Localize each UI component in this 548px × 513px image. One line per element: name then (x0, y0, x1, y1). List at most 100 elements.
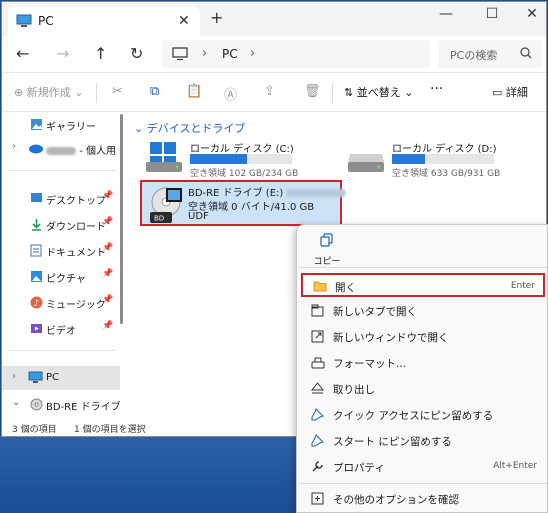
item-count: 3 個の項目 (12, 425, 57, 435)
disc-icon (30, 398, 43, 414)
drive-c[interactable]: ローカル ディスク (C:) 空き領域 102 GB/234 GB (144, 140, 324, 180)
drive-d-usage-fill (392, 154, 425, 164)
cut-icon[interactable]: ✂ (112, 84, 123, 99)
monitor-icon (28, 371, 43, 387)
nav-item-videos[interactable]: ビデオ 📌 (2, 318, 120, 340)
chevron-right-icon: › (250, 46, 256, 61)
nav-item-downloads[interactable]: ダウンロード 📌 (2, 214, 120, 236)
nav-scrollbar[interactable] (120, 114, 123, 324)
tab-pc[interactable]: PC ✕ (8, 6, 200, 36)
new-window-icon (311, 330, 324, 346)
video-icon (30, 322, 43, 338)
drive-d-usage-bar (392, 154, 494, 164)
menu-item-eject[interactable]: 取り出し (301, 377, 545, 401)
selected-count: 1 個の項目を選択 (74, 425, 146, 435)
nav-item-pc[interactable]: › PC (2, 366, 120, 390)
address-bar-row: ← → ↑ ↻ › PC › PCの検索 (2, 36, 546, 72)
drive-c-usage-fill (190, 154, 248, 164)
eject-icon (310, 382, 325, 398)
nav-item-documents[interactable]: ドキュメント 📌 (2, 240, 120, 262)
details-label: 詳細 (505, 86, 528, 99)
search-icon (520, 46, 532, 63)
menu-item-pin-start[interactable]: スタート にピン留めする (301, 429, 545, 453)
copy-button[interactable]: コピー (307, 233, 347, 267)
format-icon (311, 356, 325, 372)
breadcrumb-pc[interactable]: PC (222, 47, 238, 61)
chevron-right-icon: › (12, 141, 16, 152)
pin-icon: 📌 (102, 217, 114, 227)
menu-item-format[interactable]: フォーマット... (301, 351, 545, 375)
details-button[interactable]: ▭ 詳細 (492, 84, 528, 100)
copy-icon[interactable]: ⧉ (150, 84, 159, 99)
pin-icon (311, 408, 324, 424)
nav-item-bd-drive[interactable]: ⌄ BD-RE ドライブ (E (2, 394, 134, 416)
toolbar-divider (96, 83, 97, 103)
pin-icon: 📌 (102, 269, 114, 279)
new-tab-button[interactable]: + (210, 8, 223, 27)
nav-divider (8, 350, 116, 351)
menu-item-open-new-tab[interactable]: 新しいタブで開く (301, 299, 545, 323)
up-arrow-icon[interactable]: ↑ (94, 44, 107, 63)
address-input[interactable]: › PC › (162, 40, 430, 68)
document-icon (30, 244, 42, 260)
menu-divider (299, 267, 547, 268)
chevron-right-icon: › (12, 371, 16, 382)
share-icon[interactable]: ⇪ (264, 84, 275, 99)
drive-e-bd-re[interactable]: BD BD-RE ドライブ (E:) 空き領域 0 バイト/41.0 GB UD… (140, 180, 347, 226)
nav-item-gallery[interactable]: ギャラリー (2, 114, 120, 136)
download-arrow-icon (30, 218, 43, 234)
redacted-name (46, 147, 76, 155)
refresh-icon[interactable]: ↻ (130, 44, 143, 63)
delete-icon[interactable]: 🗑 (304, 84, 321, 99)
monitor-icon (16, 14, 32, 31)
drive-d[interactable]: ローカル ディスク (D:) 空き領域 633 GB/931 GB (346, 140, 536, 180)
chevron-right-icon: › (202, 46, 208, 61)
nav-item-onedrive[interactable]: › - 個人用 (2, 138, 120, 160)
command-bar: ⊕ 新規作成 ⌄ ✂ ⧉ 📋 Ⓐ ⇪ 🗑 ⇅ 並べ替え ⌄ ··· ▭ 詳細 (2, 72, 546, 112)
sort-label: 並べ替え (356, 86, 401, 99)
back-arrow-icon[interactable]: ← (16, 44, 29, 63)
pin-icon: 📌 (102, 321, 114, 331)
navigation-pane: ギャラリー › - 個人用 デスクトップ 📌 ダウンロード 📌 ドキュメント 📌… (2, 112, 134, 418)
menu-item-more-options[interactable]: その他のオプションを確認 (301, 487, 545, 511)
cloud-icon (28, 142, 44, 157)
menu-item-open[interactable]: 開く Enter (301, 273, 545, 297)
minimize-button[interactable]: — (426, 6, 466, 30)
bd-badge-text: BD (154, 215, 164, 223)
search-input[interactable]: PCの検索 (438, 40, 542, 68)
nav-item-music[interactable]: ♪ ミュージック 📌 (2, 292, 120, 314)
menu-item-pin-quick-access[interactable]: クイック アクセスにピン留めする (301, 403, 545, 427)
folder-open-icon (313, 280, 327, 295)
sort-button[interactable]: ⇅ 並べ替え ⌄ (344, 84, 413, 100)
close-tab-icon[interactable]: ✕ (178, 13, 190, 29)
new-button[interactable]: ⊕ 新規作成 ⌄ (14, 84, 83, 100)
nav-divider (8, 170, 116, 171)
svg-text:♪: ♪ (34, 299, 40, 309)
search-placeholder: PCの検索 (450, 49, 498, 62)
wrench-icon (311, 460, 324, 476)
pin-icon: 📌 (102, 243, 114, 253)
desktop-icon (30, 192, 43, 207)
context-menu: コピー 開く Enter 新しいタブで開く 新しいウィンドウで開く フォーマット… (296, 224, 548, 513)
more-options-icon[interactable]: ··· (430, 81, 443, 97)
maximize-button[interactable]: ☐ (472, 6, 512, 30)
nav-item-pictures[interactable]: ピクチャ 📌 (2, 266, 120, 288)
pin-icon: 📌 (102, 295, 114, 305)
group-header-devices[interactable]: ⌄ デバイスとドライブ (134, 120, 245, 136)
paste-icon[interactable]: 📋 (186, 84, 202, 99)
drive-c-usage-bar (190, 154, 292, 164)
chevron-down-icon: ⌄ (12, 397, 21, 408)
title-bar: PC ✕ + — ☐ ✕ (2, 2, 546, 36)
menu-item-properties[interactable]: プロパティ Alt+Enter (301, 455, 545, 479)
picture-icon (30, 270, 43, 286)
menu-divider (299, 483, 547, 484)
monitor-outline-icon (172, 47, 188, 64)
new-label: 新規作成 (26, 86, 71, 99)
pin-icon: 📌 (102, 191, 114, 201)
menu-item-open-new-window[interactable]: 新しいウィンドウで開く (301, 325, 545, 349)
forward-arrow-icon[interactable]: → (56, 44, 69, 63)
rename-icon[interactable]: Ⓐ (224, 84, 237, 103)
new-tab-icon (311, 304, 324, 320)
nav-item-desktop[interactable]: デスクトップ 📌 (2, 188, 120, 210)
close-window-button[interactable]: ✕ (512, 6, 546, 30)
